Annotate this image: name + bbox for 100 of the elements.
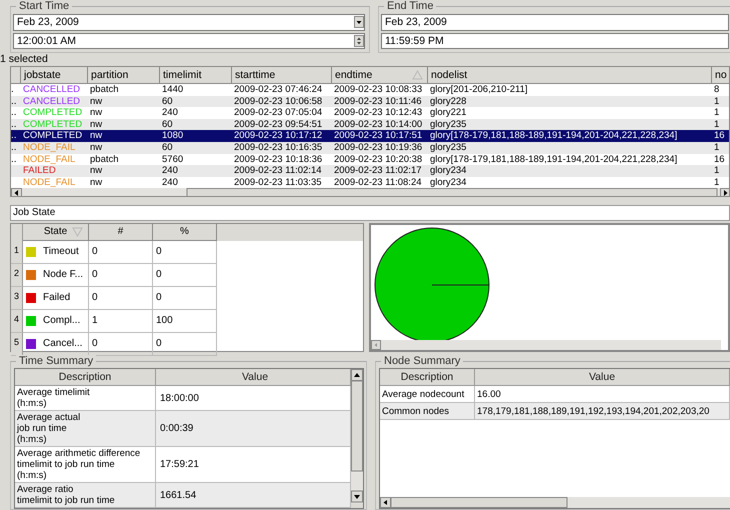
table-cell-text: nw <box>89 107 104 119</box>
column-header[interactable]: Value <box>475 369 730 386</box>
table-cell-text: .. <box>11 118 18 130</box>
table-cell: 0 <box>89 287 153 310</box>
table-cell: 1661.54 <box>156 483 351 508</box>
scrollbar[interactable] <box>11 188 729 196</box>
column-header[interactable]: % <box>153 224 217 241</box>
chart-type-dropdown[interactable]: Job State <box>10 205 730 221</box>
column-header[interactable]: Value <box>156 369 351 386</box>
scrollbar[interactable] <box>380 497 730 508</box>
column-header[interactable]: jobstate <box>21 67 88 83</box>
table-cell: 0 <box>89 241 153 264</box>
table-cell-text: .. <box>11 96 18 108</box>
table-cell-text: NODE_FAIL <box>22 176 76 188</box>
table-cell-text: 2009-02-23 10:17:12 <box>233 130 324 142</box>
table-cell-text: 1080 <box>161 130 184 142</box>
table-cell-text: 2009-02-23 10:20:38 <box>333 154 424 166</box>
table-cell-text: nw <box>89 176 104 188</box>
dropdown-icon[interactable] <box>354 16 364 28</box>
table-cell-text: nw <box>89 96 104 108</box>
table-cell-text: glory235 <box>429 118 468 130</box>
time-field[interactable]: 12:00:01 AM <box>13 32 365 49</box>
table-cell-text: . <box>11 84 15 96</box>
table-cell-text: COMPLETED <box>22 118 84 130</box>
table-cell-text: .. <box>11 142 18 154</box>
scrollbar[interactable] <box>371 340 721 350</box>
table-cell-text: 1 <box>713 165 720 177</box>
table-cell-text: FAILED <box>22 165 57 177</box>
table-cell-text: 60 <box>161 142 174 154</box>
table-cell: 100 <box>153 310 217 333</box>
table-cell-text: 2009-02-23 10:19:36 <box>333 142 424 154</box>
column-header[interactable]: endtime <box>332 67 428 83</box>
table-cell-text: 2009-02-23 10:11:46 <box>333 96 423 108</box>
column-header[interactable]: partition <box>88 67 160 83</box>
table-cell-text: 2009-02-23 10:18:36 <box>233 154 324 166</box>
table-row[interactable]: .. COMPLETED nw 1080 2009-02-23 10:17:12 2009-02-23 10:17:51 glory[178-179,181,188-189,191-194,201-204,221,228,234] 16 <box>11 130 729 142</box>
date-field[interactable]: Feb 23, 2009 <box>381 14 729 30</box>
column-header[interactable]: State <box>23 224 89 241</box>
state-label: Timeout <box>43 245 79 259</box>
table-cell-text: 8 <box>713 84 720 96</box>
table-cell-text: nw <box>89 165 104 177</box>
table-cell: 0 <box>153 287 217 310</box>
table-cell-text: 2009-02-23 07:46:24 <box>233 84 324 96</box>
column-header[interactable]: # <box>89 224 153 241</box>
table-cell-text: 1 <box>713 118 720 130</box>
table-cell-text: glory235 <box>429 142 468 154</box>
table-cell: 0 <box>153 333 217 356</box>
time-field[interactable]: 11:59:59 PM <box>381 32 729 49</box>
table-cell-text: 2009-02-23 11:03:35 <box>233 176 323 188</box>
date-field[interactable]: Feb 23, 2009 <box>13 14 365 30</box>
table-cell-text: 2009-02-23 10:08:33 <box>333 84 424 96</box>
table-cell-text: CANCELLED <box>22 96 82 108</box>
table-row[interactable]: .. COMPLETED nw 60 2009-02-23 09:54:51 2009-02-23 10:14:00 glory235 1 <box>11 118 729 130</box>
selection-count: 1 selected <box>0 53 49 66</box>
table-cell-text: nw <box>89 142 104 154</box>
group-title: End Time <box>384 0 436 12</box>
table-cell-text: 60 <box>161 118 174 130</box>
table-cell-text: 2009-02-23 10:12:43 <box>333 107 424 119</box>
group-title: Time Summary <box>16 355 96 367</box>
table-cell: 0 <box>153 264 217 287</box>
group-title: Node Summary <box>381 355 464 367</box>
table-cell-text: 5760 <box>161 154 184 166</box>
table-cell-text: glory[178-179,181,188-189,191-194,201-204,221,228,234] <box>429 130 678 142</box>
state-label: Failed <box>43 291 70 305</box>
table-cell-text: .. <box>11 154 18 166</box>
table-cell-text: COMPLETED <box>22 130 84 142</box>
row-number: 1 <box>11 241 23 264</box>
table-row[interactable]: .. NODE_FAIL nw 60 2009-02-23 10:16:35 2009-02-23 10:19:36 glory235 1 <box>11 142 729 154</box>
state-label: Cancel... <box>43 337 82 351</box>
table-cell-text: .. <box>11 107 18 119</box>
column-header[interactable]: starttime <box>232 67 332 83</box>
column-header[interactable]: Description <box>380 369 475 386</box>
table-cell-text: 2009-02-23 10:14:00 <box>333 118 424 130</box>
table-cell-text: 240 <box>161 176 179 188</box>
table-cell-text: pbatch <box>89 154 120 166</box>
table-cell-text: NODE_FAIL <box>22 154 76 166</box>
table-cell: Average actual job run time (h:m:s) <box>15 411 156 447</box>
table-cell-text: .. <box>11 130 18 142</box>
table-cell-text: pbatch <box>89 84 120 96</box>
column-header[interactable]: Description <box>15 369 156 386</box>
column-header[interactable]: no <box>712 67 729 83</box>
table-cell-text: 1 <box>713 107 720 119</box>
table-cell-text: 2009-02-23 10:16:35 <box>233 142 324 154</box>
spin-icon[interactable] <box>354 34 364 47</box>
table-cell-text: 1440 <box>161 84 184 96</box>
table-cell: 0 <box>153 241 217 264</box>
table-cell-text: 2009-02-23 11:02:17 <box>333 165 423 177</box>
table-row[interactable]: FAILED nw 240 2009-02-23 11:02:14 2009-02-23 11:02:17 glory234 1 <box>11 165 729 177</box>
table-cell-text: glory[201-206,210-211] <box>429 84 529 96</box>
scrollbar[interactable] <box>351 369 363 503</box>
column-header[interactable]: nodelist <box>428 67 712 83</box>
table-row[interactable]: .. CANCELLED nw 60 2009-02-23 10:06:58 2009-02-23 10:11:46 glory228 1 <box>11 96 729 108</box>
table-cell-text: CANCELLED <box>22 84 82 96</box>
table-cell: 178,179,181,188,189,191,192,193,194,201,202,203,20 <box>475 403 730 420</box>
table-cell-text: 1 <box>713 176 720 188</box>
column-header[interactable]: timelimit <box>160 67 232 83</box>
table-cell-text: 2009-02-23 09:54:51 <box>233 118 324 130</box>
table-cell-text: glory234 <box>429 176 468 188</box>
table-cell-text: nw <box>89 118 104 130</box>
row-number: 2 <box>11 264 23 287</box>
